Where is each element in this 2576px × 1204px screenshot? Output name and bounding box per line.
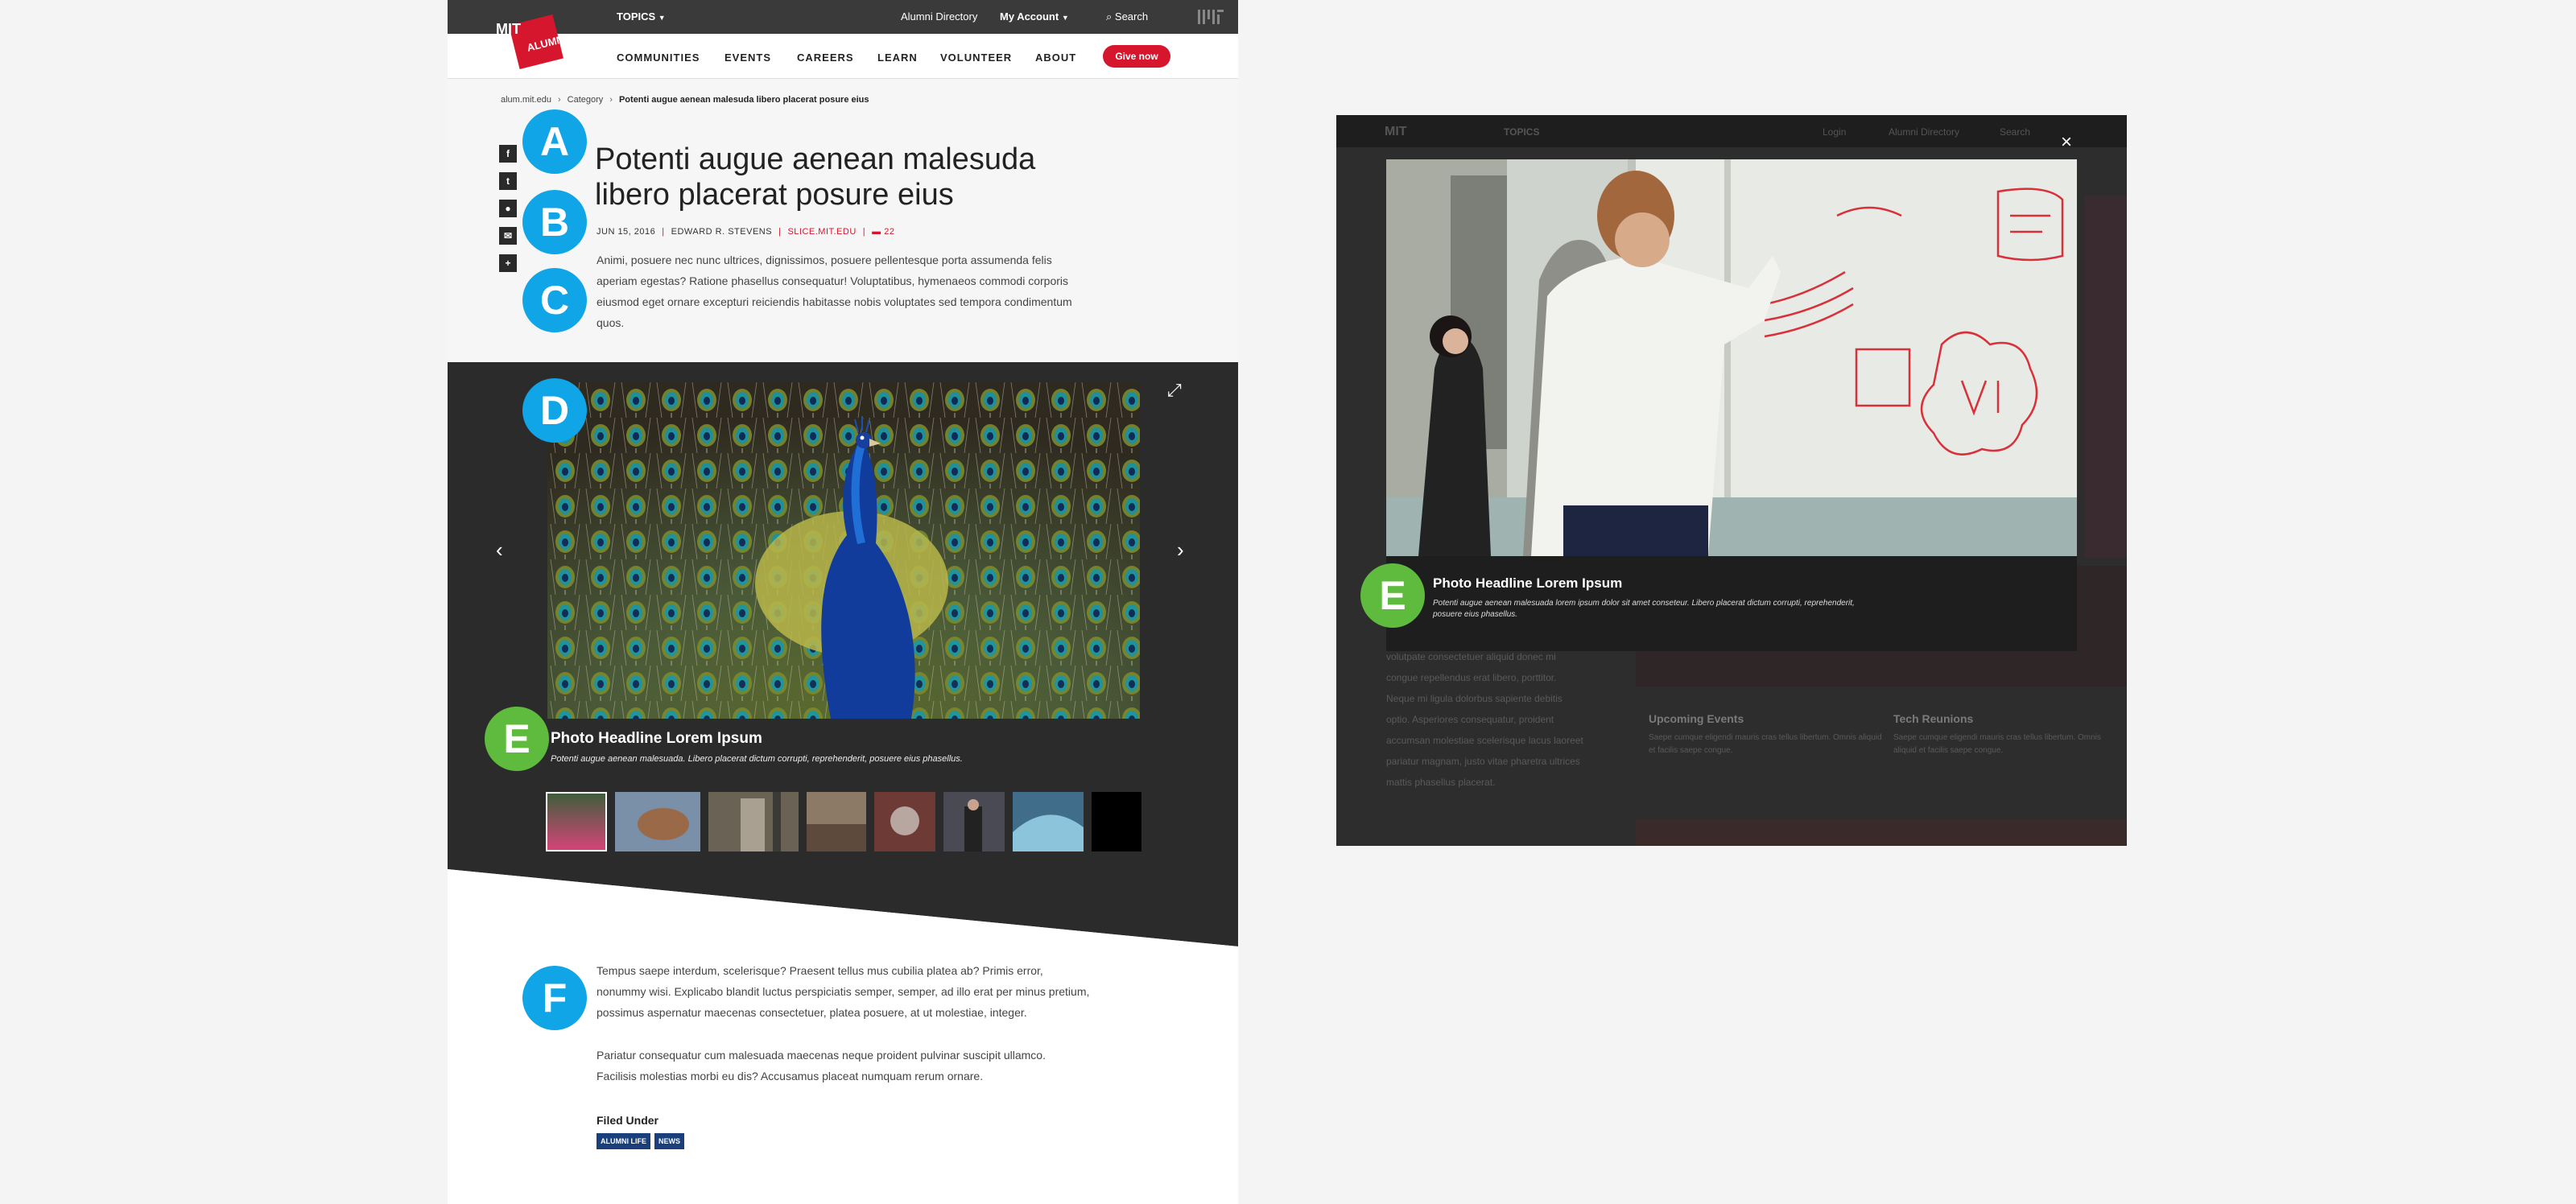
dimmed-tech-reunions: Tech Reunions: [1893, 712, 1974, 725]
search-label: Search: [1114, 10, 1149, 23]
my-account-label: My Account: [1000, 10, 1059, 23]
annotation-pin-d: D: [522, 378, 587, 443]
dimmed-search: Search: [2000, 126, 2031, 138]
logo-mit-text: MIT: [496, 21, 521, 37]
tag-alumni-life[interactable]: ALUMNI LIFE: [597, 1133, 650, 1149]
dimmed-logo: MIT: [1385, 125, 1407, 138]
nav-volunteer[interactable]: VOLUNTEER: [940, 52, 1012, 64]
dimmed-login: Login: [1823, 126, 1847, 138]
fullscreen-expand-icon[interactable]: ⤢: [1167, 380, 1182, 401]
thumbnail-4[interactable]: [807, 792, 866, 851]
gallery-caption-text: Potenti augue aenean malesuada. Libero p…: [551, 754, 963, 764]
mit-wordmark-icon: [1198, 10, 1224, 24]
nav-about[interactable]: ABOUT: [1035, 52, 1076, 64]
dimmed-upcoming-text: Saepe cumque eligendi mauris cras tellus…: [1649, 733, 1882, 755]
thumbnail-8[interactable]: [1092, 792, 1141, 851]
search-link[interactable]: ⌕ Search: [1106, 10, 1148, 23]
thumbnail-2[interactable]: [615, 792, 700, 851]
email-icon[interactable]: ✉: [499, 227, 517, 245]
dimmed-header: MIT TOPICS Login Alumni Directory Search: [1336, 115, 2127, 147]
dimmed-alumni-directory: Alumni Directory: [1889, 126, 1960, 138]
gallery-slant-divider: [448, 869, 1238, 950]
gallery-prev-arrow-icon[interactable]: ‹: [496, 538, 503, 563]
article-title: Potenti augue aenean malesuda libero pla…: [595, 142, 1036, 212]
lightbox-image: [1386, 159, 2077, 556]
mit-alumni-logo[interactable]: MIT ALUMNI: [496, 14, 568, 72]
lightbox-caption-headline: Photo Headline Lorem Ipsum: [1433, 575, 1623, 591]
topics-menu[interactable]: TOPICS ▼: [617, 10, 666, 23]
topics-label: TOPICS: [617, 10, 656, 23]
gallery-caption-headline: Photo Headline Lorem Ipsum: [551, 730, 762, 747]
gallery-next-arrow-icon[interactable]: ›: [1177, 538, 1184, 563]
facebook-icon[interactable]: f: [499, 145, 517, 163]
reddit-icon[interactable]: ●: [499, 200, 517, 217]
thumbnail-1[interactable]: [546, 792, 607, 851]
gallery-main-image[interactable]: [547, 382, 1140, 719]
breadcrumb-category[interactable]: Category: [568, 95, 604, 105]
article-body-paragraph-2: Pariatur consequatur cum malesuada maece…: [597, 1049, 1046, 1082]
nav-communities[interactable]: COMMUNITIES: [617, 52, 700, 64]
plus-icon[interactable]: +: [499, 254, 517, 272]
filed-under-label: Filed Under: [597, 1114, 659, 1127]
annotation-pin-e-modal: E: [1360, 563, 1425, 628]
tag-news[interactable]: NEWS: [654, 1133, 684, 1149]
nav-careers[interactable]: CAREERS: [797, 52, 854, 64]
give-now-button[interactable]: Give now: [1103, 45, 1170, 68]
dimmed-tech-text: Saepe cumque eligendi mauris cras tellus…: [1893, 733, 2101, 755]
nav-learn[interactable]: LEARN: [877, 52, 918, 64]
thumbnail-5[interactable]: [874, 792, 935, 851]
annotation-pin-b: B: [522, 190, 587, 254]
dimmed-topics: TOPICS: [1504, 126, 1540, 138]
dimmed-bottom-photo: [1636, 819, 2127, 846]
nav-events[interactable]: EVENTS: [724, 52, 771, 64]
twitter-icon[interactable]: t: [499, 172, 517, 190]
article-date: JUN 15, 2016: [597, 227, 656, 237]
annotation-pin-e: E: [485, 707, 549, 771]
article-author[interactable]: EDWARD R. STEVENS: [671, 227, 772, 237]
annotation-pin-a: A: [522, 109, 587, 174]
lightbox-caption-text: Potenti augue aenean malesuada lorem ips…: [1433, 599, 1855, 619]
article-meta: JUN 15, 2016 | EDWARD R. STEVENS | SLICE.MIT…: [597, 227, 895, 237]
chevron-right-icon: ›: [557, 95, 561, 105]
thumbnail-6[interactable]: [943, 792, 1005, 851]
dimmed-side-photo: [2085, 196, 2127, 558]
breadcrumb: alum.mit.edu › Category › Potenti augue aene…: [501, 95, 869, 105]
search-icon: ⌕: [1106, 10, 1113, 23]
gallery-thumbnail-strip: [546, 792, 1141, 851]
photo-gallery: D ‹ › ⤢ E Photo Headline Lorem Ipsum Pot…: [448, 362, 1238, 869]
article-source[interactable]: SLICE.MIT.EDU: [787, 227, 856, 237]
annotation-pin-c: C: [522, 268, 587, 332]
my-account-menu[interactable]: My Account ▼: [1000, 10, 1069, 23]
breadcrumb-current: Potenti augue aenean malesuda libero pla…: [618, 95, 869, 105]
breadcrumb-home[interactable]: alum.mit.edu: [501, 95, 551, 105]
chevron-right-icon: ›: [609, 95, 613, 105]
comment-count[interactable]: 22: [884, 227, 894, 237]
thumbnail-3[interactable]: [708, 792, 799, 851]
dimmed-body-text: volutpate consectetuer aliquid donec mi …: [1386, 651, 1583, 788]
article-page: TOPICS ▼ Alumni Directory My Account ▼ ⌕…: [448, 0, 1238, 1204]
dimmed-upcoming-events: Upcoming Events: [1649, 712, 1744, 725]
thumbnail-7[interactable]: [1013, 792, 1084, 851]
annotation-pin-f: F: [522, 966, 587, 1030]
close-icon[interactable]: ×: [2061, 131, 2072, 154]
article-intro: Animi, posuere nec nunc ultrices, dignis…: [597, 254, 1072, 329]
chevron-down-icon: ▼: [658, 14, 666, 22]
comment-icon: ▬: [872, 227, 881, 237]
top-utility-bar: TOPICS ▼ Alumni Directory My Account ▼ ⌕…: [448, 0, 1238, 34]
chevron-down-icon: ▼: [1061, 14, 1069, 22]
alumni-directory-link[interactable]: Alumni Directory: [901, 10, 977, 23]
article-body-paragraph-1: Tempus saepe interdum, scelerisque? Prae…: [597, 964, 1090, 1019]
lightbox-modal-mockup: MIT TOPICS Login Alumni Directory Search…: [1336, 115, 2127, 846]
